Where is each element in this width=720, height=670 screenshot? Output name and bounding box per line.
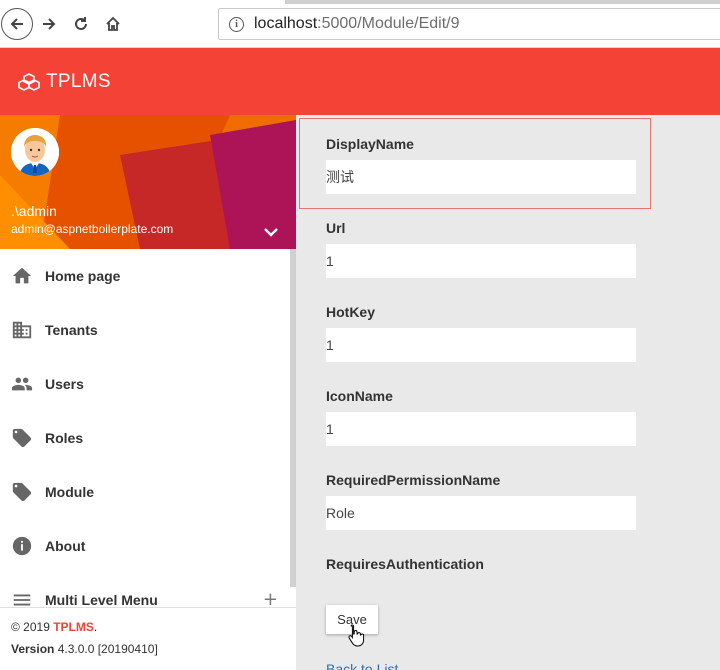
display-name-label: DisplayName bbox=[326, 136, 414, 152]
chevron-down-icon[interactable] bbox=[262, 223, 280, 241]
sidebar-item-about[interactable]: About bbox=[0, 519, 290, 573]
sidebar-item-label: Roles bbox=[45, 430, 84, 446]
tag-icon bbox=[10, 480, 34, 504]
url-input[interactable] bbox=[326, 244, 636, 278]
home-icon bbox=[10, 264, 34, 288]
address-bar[interactable]: i localhost:5000/Module/Edit/9 bbox=[218, 8, 720, 40]
app-title[interactable]: TPLMS bbox=[46, 71, 111, 93]
url-host: localhost bbox=[254, 15, 318, 32]
icon-name-input[interactable] bbox=[326, 412, 636, 446]
reload-button[interactable] bbox=[66, 9, 96, 39]
back-to-list-link[interactable]: Back to List bbox=[326, 661, 398, 670]
brand-link[interactable]: TPLMS bbox=[53, 620, 94, 634]
version-value: 4.3.0.0 [20190410] bbox=[54, 642, 158, 656]
required-permission-name-input[interactable] bbox=[326, 496, 636, 530]
version-info: Version 4.3.0.0 [20190410] bbox=[11, 642, 285, 656]
arrow-right-icon bbox=[43, 18, 56, 30]
copyright: © 2019 TPLMS. bbox=[11, 620, 285, 634]
sidebar-item-label: Users bbox=[45, 376, 84, 392]
user-panel: .\admin admin@aspnetboilerplate.com bbox=[0, 115, 296, 249]
reload-icon bbox=[75, 17, 87, 30]
edit-module-form: DisplayName Url HotKey IconName Required… bbox=[296, 115, 720, 670]
copyright-text: © 2019 bbox=[11, 620, 54, 634]
info-icon[interactable]: i bbox=[229, 16, 244, 32]
display-name-input[interactable] bbox=[326, 160, 636, 194]
url-label: Url bbox=[326, 220, 346, 236]
sidebar-item-home[interactable]: Home page bbox=[0, 249, 290, 303]
required-permission-name-label: RequiredPermissionName bbox=[326, 472, 501, 488]
copyright-suffix: . bbox=[93, 620, 98, 634]
user-name: .\admin bbox=[11, 203, 57, 219]
home-button[interactable] bbox=[98, 9, 128, 39]
expand-icon[interactable]: + bbox=[263, 589, 278, 607]
sidebar-item-module[interactable]: Module bbox=[0, 465, 290, 519]
business-icon bbox=[10, 318, 34, 342]
forward-button[interactable] bbox=[34, 9, 64, 39]
people-icon bbox=[10, 372, 34, 396]
sidebar-item-label: About bbox=[45, 538, 86, 554]
hand-cursor-icon bbox=[348, 624, 365, 647]
cubes-icon bbox=[18, 72, 40, 91]
sidebar-item-roles[interactable]: Roles bbox=[0, 411, 290, 465]
tag-icon bbox=[10, 426, 34, 450]
user-email: admin@aspnetboilerplate.com bbox=[11, 222, 174, 236]
tab-strip bbox=[285, 0, 720, 4]
requires-authentication-label: RequiresAuthentication bbox=[326, 556, 484, 572]
sidebar-item-tenants[interactable]: Tenants bbox=[0, 303, 290, 357]
sidebar-item-label: Home page bbox=[45, 268, 121, 284]
version-label: Version bbox=[11, 642, 55, 656]
sidebar-item-label: Module bbox=[45, 484, 94, 500]
hotkey-input[interactable] bbox=[326, 328, 636, 362]
hotkey-label: HotKey bbox=[326, 304, 376, 320]
sidebar-item-users[interactable]: Users bbox=[0, 357, 290, 411]
browser-toolbar: i localhost:5000/Module/Edit/9 bbox=[0, 0, 720, 48]
menu-icon bbox=[10, 588, 34, 607]
sidebar-menu: Home page Tenants Users Roles Module Abo… bbox=[0, 249, 290, 607]
info-icon bbox=[10, 534, 34, 558]
sidebar: .\admin admin@aspnetboilerplate.com Home… bbox=[0, 115, 296, 670]
avatar bbox=[11, 128, 59, 176]
sidebar-item-multi-level-menu[interactable]: Multi Level Menu + bbox=[0, 573, 290, 607]
arrow-left-icon bbox=[10, 18, 23, 30]
url-path: :5000/Module/Edit/9 bbox=[317, 15, 460, 32]
sidebar-footer: © 2019 TPLMS. Version 4.3.0.0 [20190410] bbox=[0, 607, 296, 670]
sidebar-item-label: Multi Level Menu bbox=[45, 592, 158, 607]
app-header: TPLMS bbox=[0, 48, 720, 115]
back-button[interactable] bbox=[1, 8, 33, 40]
icon-name-label: IconName bbox=[326, 388, 393, 404]
sidebar-item-label: Tenants bbox=[45, 322, 98, 338]
home-icon bbox=[106, 16, 120, 31]
